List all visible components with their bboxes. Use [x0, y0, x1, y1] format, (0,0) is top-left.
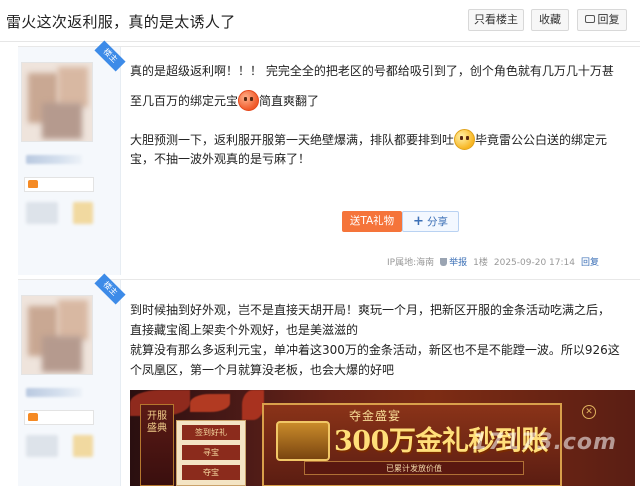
author-sidebar: [18, 280, 121, 486]
favorite-button[interactable]: 收藏: [531, 9, 569, 31]
shield-icon: [440, 258, 448, 266]
crown-icon: [28, 413, 38, 421]
user-info-blurred: [26, 202, 58, 224]
post-paragraph: 大胆预测一下，返利服开服第一天绝壁爆满，排队都要排到吐 毕竟雷公公白送的绑定元: [130, 129, 607, 150]
post-floor-1: 楼主 真的是超级返利啊！！！ 完完全全的把老区的号都给吸引到了，创个角色就有几万…: [18, 40, 640, 275]
share-button[interactable]: + 分享: [402, 211, 459, 232]
close-icon[interactable]: ✕: [582, 405, 596, 419]
text-line: 直接藏宝阁上架卖个外观好，也是美滋滋的: [130, 323, 359, 337]
reply-link[interactable]: 回复: [581, 258, 599, 268]
decoration-leaf: [242, 390, 264, 420]
text-line: 大胆预测一下，返利服开服第一天绝壁爆满，排队都要排到吐: [130, 133, 455, 147]
laughing-emoji-icon: [238, 90, 260, 111]
tongue-emoji-icon: [454, 129, 476, 150]
report-label: 举报: [449, 258, 468, 268]
menu-item[interactable]: 夺宝: [182, 465, 240, 480]
user-medal-blurred: [73, 435, 93, 457]
comment-icon: [584, 15, 595, 23]
text-line: 到时候抽到好外观，岂不是直接天胡开局！爽玩一个月，把新区开服的金条活动吃满之后，: [130, 303, 611, 317]
post-paragraph: 就算没有那么多返利元宝，单冲着这300万的金条活动，新区也不是不能蹚一波。所以9…: [130, 340, 620, 360]
treasure-chest-icon: [276, 421, 330, 461]
post-paragraph: 个凤凰区，第一个月就算没老板，也会大爆的好吧: [130, 360, 394, 380]
reply-button-label: 回复: [597, 13, 620, 26]
level-badge: [24, 177, 94, 192]
text-line: 个凤凰区，第一个月就算没老板，也会大爆的好吧: [130, 363, 395, 377]
ip-location: IP属地:海南: [387, 258, 435, 268]
level-badge: [24, 410, 94, 425]
username-blurred[interactable]: [26, 388, 82, 397]
menu-item[interactable]: 寻宝: [182, 445, 240, 460]
crown-icon: [28, 180, 38, 188]
only-op-button[interactable]: 只看楼主: [468, 9, 524, 31]
post-paragraph: 直接藏宝阁上架卖个外观好，也是美滋滋的: [130, 320, 358, 340]
thread-title: 雷火这次返利服，真的是太诱人了: [6, 13, 236, 31]
decoration-leaf: [190, 394, 230, 412]
post-paragraph: 真的是超级返利啊！！！ 完完全全的把老区的号都给吸引到了，创个角色就有几万几十万…: [130, 61, 614, 81]
text-line: 简直爽翻了: [259, 94, 320, 108]
user-medal-blurred: [73, 202, 93, 224]
avatar[interactable]: [21, 62, 93, 142]
user-info-blurred: [26, 435, 58, 457]
send-gift-button[interactable]: 送TA礼物: [342, 211, 402, 232]
username-blurred[interactable]: [26, 155, 82, 164]
post-floor-2: 楼主 到时候抽到好外观，岂不是直接天胡开局！爽玩一个月，把新区开服的金条活动吃满…: [18, 273, 640, 486]
share-label: 分享: [426, 216, 448, 228]
floor-number: 1楼: [473, 258, 488, 268]
thread-header: 雷火这次返利服，真的是太诱人了 只看楼主 收藏 回复: [0, 0, 640, 42]
author-sidebar: [18, 47, 121, 275]
text-line: 毕竟雷公公白送的绑定元: [475, 133, 608, 147]
text-line: 就算没有那么多返利元宝，单冲着这300万的金条活动，新区也不是不能蹚一波。所以9…: [130, 343, 620, 357]
report-link[interactable]: 举报: [440, 258, 467, 268]
post-meta: IP属地:海南 举报 1楼 2025-09-20 17:14 回复: [387, 255, 605, 268]
post-paragraph: 到时候抽到好外观，岂不是直接天胡开局！爽玩一个月，把新区开服的金条活动吃满之后，: [130, 300, 610, 320]
watermark: 17173.com: [472, 430, 617, 455]
game-screenshot[interactable]: 开服盛典 签到好礼 寻宝 夺宝 夺金盛宴 300万金礼秒到账 已累计发放价值 ✕…: [130, 390, 635, 486]
reply-button[interactable]: 回复: [577, 9, 627, 31]
post-paragraph: 宝，不抽一波外观真的是亏麻了！: [130, 149, 310, 169]
post-paragraph: 至几百万的绑定元宝 简直爽翻了: [130, 90, 319, 111]
side-panel-title: 开服盛典: [147, 411, 167, 434]
text-line: 至几百万的绑定元宝: [130, 94, 239, 108]
menu-item[interactable]: 签到好礼: [182, 425, 240, 440]
post-time: 2025-09-20 17:14: [493, 258, 575, 268]
banner-strip: 已累计发放价值: [304, 461, 524, 475]
event-menu: 签到好礼 寻宝 夺宝: [176, 420, 246, 486]
event-side-panel: 开服盛典: [140, 404, 174, 486]
avatar[interactable]: [21, 295, 93, 375]
text-line: 宝，不抽一波外观真的是亏麻了！: [130, 152, 311, 166]
plus-icon: +: [413, 214, 424, 229]
text-line: 真的是超级返利啊！！！ 完完全全的把老区的号都给吸引到了，创个角色就有几万几十万…: [130, 64, 614, 78]
